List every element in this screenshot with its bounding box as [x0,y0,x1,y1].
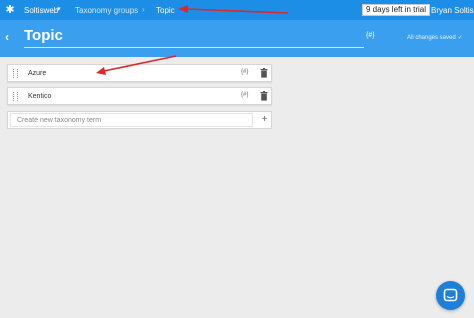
new-term-input[interactable] [10,113,253,127]
drag-handle-icon[interactable] [13,92,18,101]
title-field[interactable]: Topic [24,26,364,48]
breadcrumb-taxonomy-groups[interactable]: Taxonomy groups [75,6,138,15]
codename-icon[interactable]: {#} [366,32,375,39]
codename-icon[interactable]: {#} [241,92,248,98]
taxonomy-term-row[interactable]: Kentico {#} [7,87,272,105]
codename-icon[interactable]: {#} [241,69,248,75]
drag-handle-icon[interactable] [13,69,18,78]
term-name[interactable]: Kentico [28,93,51,100]
project-name[interactable]: Soltisweb [24,6,58,15]
trial-badge[interactable]: 9 days left in trial [362,4,431,16]
back-arrow-icon[interactable]: ‹ [5,30,15,44]
taxonomy-term-row[interactable]: Azure {#} [7,64,272,82]
trash-icon[interactable] [260,91,268,101]
top-navigation-bar: ✱ Soltisweb ▾ Taxonomy groups › Topic 9 … [0,0,474,20]
chevron-down-icon[interactable]: ▾ [57,5,61,13]
page-title[interactable]: Topic [24,27,63,44]
breadcrumb-separator-icon: › [142,5,145,14]
chat-icon [443,288,458,302]
app-logo-icon[interactable]: ✱ [4,4,16,16]
term-name[interactable]: Azure [28,70,46,77]
save-status-text: All changes saved [407,35,456,41]
add-term-button[interactable]: + [258,113,271,127]
checkmark-icon: ✓ [457,35,463,41]
trash-icon[interactable] [260,68,268,78]
page-header: ‹ Topic {#} All changes saved ✓ [0,20,474,57]
user-menu[interactable]: Bryan Soltis [431,6,474,15]
chat-launcher-button[interactable] [436,281,465,310]
save-status: All changes saved ✓ [407,34,463,41]
new-term-row: + [7,111,272,129]
breadcrumb-current-topic: Topic [156,6,175,15]
